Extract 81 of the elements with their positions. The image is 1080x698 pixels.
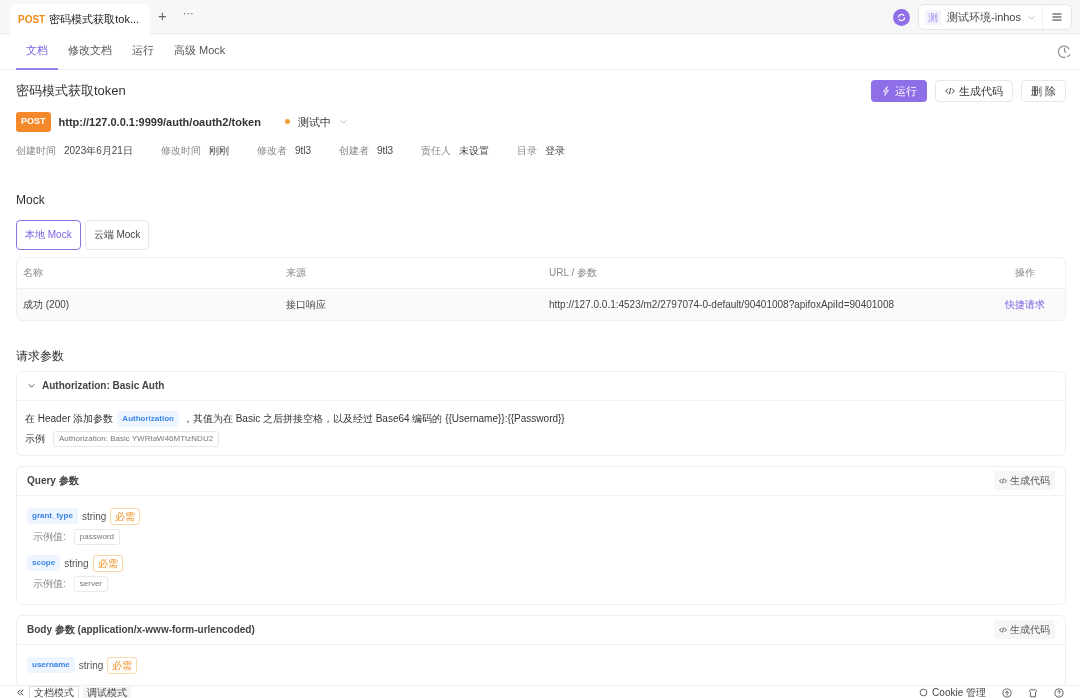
code-icon xyxy=(999,625,1007,634)
table-cell-text: http://127.0.0.1:4523/m2/2797074-0-default/90401008?apifoxApiId=90401008 xyxy=(549,297,895,312)
section-title: Mock xyxy=(16,191,46,209)
example-label: 示例 xyxy=(25,432,45,446)
meta-value: 登录 xyxy=(545,143,566,158)
meta-label: 创建者 xyxy=(339,143,370,158)
column-header: 来源 xyxy=(286,266,307,280)
help-icon[interactable] xyxy=(1054,687,1064,698)
example-value: password xyxy=(73,528,121,545)
table-cell-text: 成功 (200) xyxy=(23,297,71,312)
meta-label: 修改者 xyxy=(256,143,287,158)
lightning-icon xyxy=(880,86,891,96)
example-label: 示例值: xyxy=(33,577,66,591)
doc-tab[interactable]: 修改文档 xyxy=(58,33,122,70)
table-cell-text: 接口响应 xyxy=(286,297,327,312)
upload-icon[interactable] xyxy=(1002,687,1012,698)
code-icon xyxy=(944,86,955,96)
card-title: Query 参数 xyxy=(27,474,79,488)
card-title: Body 参数 (application/x-www-form-urlencoded) xyxy=(27,623,255,637)
meta-value: 9tl3 xyxy=(294,143,312,158)
generate-code-button[interactable]: 生成代码 xyxy=(934,80,1013,102)
parameter-type: string xyxy=(81,509,107,524)
shirt-icon[interactable] xyxy=(1028,687,1038,698)
example-label: 示例值: xyxy=(33,530,66,544)
menu-icon xyxy=(1051,11,1063,23)
more-button[interactable]: ··· xyxy=(182,8,194,19)
meta-value: 刚刚 xyxy=(208,143,229,158)
parameter-name: grant_type xyxy=(27,508,78,524)
required-tag: 必需 xyxy=(107,656,138,674)
delete-button[interactable]: 删 除 xyxy=(1020,80,1066,102)
cookie-icon xyxy=(919,688,929,697)
parameter-type: string xyxy=(78,658,104,673)
required-tag: 必需 xyxy=(92,554,123,572)
auth-header[interactable]: Authorization: Basic Auth xyxy=(17,371,1065,401)
parameter-type: string xyxy=(64,556,89,571)
column-header: URL / 参数 xyxy=(549,266,598,280)
meta-label: 修改时间 xyxy=(160,143,201,158)
doc-tab[interactable]: 高级 Mock xyxy=(164,33,236,70)
chevron-down-icon xyxy=(338,117,348,127)
mock-toggle[interactable]: 本地 Mock xyxy=(16,219,81,250)
generate-code-button[interactable]: 生成代码 xyxy=(994,471,1055,490)
endpoint-url: http://127.0.0.1:9999/auth/oauth2/token xyxy=(58,114,261,130)
meta-label: 创建时间 xyxy=(16,143,56,158)
doc-tab[interactable]: 文档 xyxy=(16,33,58,70)
chevron-down-icon xyxy=(27,381,36,390)
mode-tab[interactable]: 调试模式 xyxy=(83,686,131,698)
parameter-name: username xyxy=(27,657,75,673)
mode-tab[interactable]: 文档模式 xyxy=(29,685,79,698)
environment-name: 测试环境-inhos xyxy=(947,9,1021,25)
history-icon[interactable] xyxy=(1057,44,1072,59)
required-tag: 必需 xyxy=(110,507,141,525)
sync-icon[interactable] xyxy=(893,8,911,26)
section-title: 请求参数 xyxy=(16,347,65,365)
description-text: 在 Header 添加参数 xyxy=(25,412,114,426)
quick-request-link[interactable]: 快捷请求 xyxy=(1005,298,1045,310)
meta-value: 9tl3 xyxy=(377,143,394,158)
file-tab[interactable]: POST 密码模式获取tok... xyxy=(10,4,150,34)
example-value: server xyxy=(73,575,108,592)
meta-value: 未设置 xyxy=(459,143,490,158)
code-icon xyxy=(999,476,1007,485)
cookie-button[interactable]: Cookie 管理 xyxy=(919,685,986,698)
meta-label: 目录 xyxy=(517,143,538,158)
example-value: Authorization: Basic YWRtaW46MTIzNDU2 xyxy=(53,430,220,447)
column-header: 名称 xyxy=(23,266,44,280)
environment-badge: 测 xyxy=(925,9,942,25)
collapse-icon[interactable] xyxy=(16,688,25,697)
parameter-chip: Authorization xyxy=(117,410,179,427)
method-badge: POST xyxy=(16,112,51,132)
doc-tab[interactable]: 运行 xyxy=(122,33,164,70)
column-header: 操作 xyxy=(1014,266,1036,280)
description-text: ，其值为在 Basic 之后拼接空格，以及经过 Base64 编码的 {{Username}}:{{Password}} xyxy=(182,412,565,426)
status-select[interactable]: 测试中 xyxy=(284,113,348,130)
mock-toggle[interactable]: 云端 Mock xyxy=(84,219,150,250)
api-title: 密码模式获取token xyxy=(16,82,126,101)
new-tab-button[interactable]: + xyxy=(158,8,167,23)
generate-code-button[interactable]: 生成代码 xyxy=(994,620,1055,639)
status-dot xyxy=(284,119,290,125)
meta-value: 2023年6月21日 xyxy=(64,143,133,158)
meta-label: 责任人 xyxy=(421,143,452,158)
parameter-name: scope xyxy=(27,555,61,571)
run-button[interactable]: 运行 xyxy=(870,80,927,102)
